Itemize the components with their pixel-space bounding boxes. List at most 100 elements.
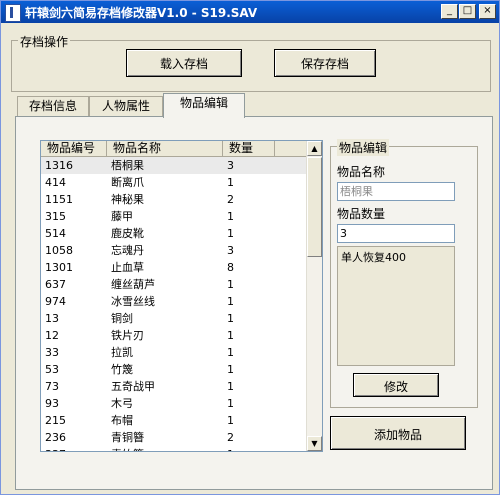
cell-quantity: 1 [227, 312, 234, 325]
cell-item-name: 断离爪 [111, 176, 144, 189]
cell-quantity: 1 [227, 176, 234, 189]
tab-item-edit[interactable]: 物品编辑 [163, 93, 245, 118]
item-list-header: 物品编号 物品名称 数量 [41, 141, 307, 157]
close-button[interactable]: × [479, 4, 496, 19]
cell-item-id: 236 [45, 431, 66, 444]
cell-item-id: 1151 [45, 193, 73, 206]
cell-item-name: 鹿皮靴 [111, 227, 144, 240]
save-archive-label: 保存存档 [300, 57, 349, 71]
cell-quantity: 1 [227, 278, 234, 291]
column-header-item-id[interactable]: 物品编号 [41, 141, 107, 157]
item-quantity-label: 物品数量 [337, 207, 386, 221]
table-row[interactable]: 974 冰雪丝线 1 [41, 293, 307, 310]
cell-item-id: 315 [45, 210, 66, 223]
load-archive-label: 载入存档 [159, 57, 208, 71]
cell-item-name: 缠丝葫芦 [111, 278, 155, 291]
archive-ops-title: 存档操作 [18, 33, 71, 50]
cell-quantity: 2 [227, 431, 234, 444]
scroll-thumb[interactable] [307, 157, 322, 257]
table-row[interactable]: 33 拉凯 1 [41, 344, 307, 361]
table-row[interactable]: 414 断离爪 1 [41, 174, 307, 191]
table-row[interactable]: 315 藤甲 1 [41, 208, 307, 225]
cell-item-name: 木弓 [111, 397, 133, 410]
table-row[interactable]: 93 木弓 1 [41, 395, 307, 412]
cell-quantity: 3 [227, 244, 234, 257]
table-row[interactable]: 1058 忘魂丹 3 [41, 242, 307, 259]
cell-item-id: 33 [45, 346, 59, 359]
cell-item-name: 冰雪丝线 [111, 295, 155, 308]
table-row[interactable]: 337 青竹簪 1 [41, 446, 307, 451]
cell-item-name: 梧桐果 [111, 159, 144, 172]
scroll-up-button[interactable]: ▲ [307, 141, 322, 156]
table-row[interactable]: 1301 止血草 8 [41, 259, 307, 276]
app-icon [5, 4, 21, 22]
cell-item-id: 12 [45, 329, 59, 342]
cell-item-name: 布帽 [111, 414, 133, 427]
cell-item-id: 514 [45, 227, 66, 240]
cell-quantity: 1 [227, 397, 234, 410]
cell-quantity: 1 [227, 227, 234, 240]
save-archive-button[interactable]: 保存存档 [274, 49, 376, 77]
cell-quantity: 1 [227, 446, 234, 451]
item-description: 单人恢复400 [337, 246, 455, 366]
cell-item-id: 93 [45, 397, 59, 410]
item-quantity-field[interactable]: 3 [337, 224, 455, 243]
tab-archive-info[interactable]: 存档信息 [17, 96, 89, 116]
maximize-button[interactable]: □ [459, 4, 476, 19]
tab-character-attributes[interactable]: 人物属性 [89, 96, 163, 116]
table-row[interactable]: 236 青铜簪 2 [41, 429, 307, 446]
column-header-item-name[interactable]: 物品名称 [107, 141, 223, 157]
cell-quantity: 1 [227, 295, 234, 308]
cell-item-id: 337 [45, 446, 66, 451]
cell-quantity: 1 [227, 210, 234, 223]
scroll-up-icon: ▲ [311, 144, 318, 153]
add-item-label: 添加物品 [373, 428, 422, 442]
archive-ops-group: 存档操作 载入存档 保存存档 [11, 33, 491, 92]
cell-quantity: 3 [227, 159, 234, 172]
table-row[interactable]: 637 缠丝葫芦 1 [41, 276, 307, 293]
cell-item-id: 73 [45, 380, 59, 393]
item-list[interactable]: 物品编号 物品名称 数量 1316 梧桐果 3 414 断离爪 1 1151 神秘果 2 315 藤… [40, 140, 323, 452]
cell-quantity: 8 [227, 261, 234, 274]
column-header-blank [275, 141, 307, 157]
table-row[interactable]: 215 布帽 1 [41, 412, 307, 429]
cell-item-name: 铜剑 [111, 312, 133, 325]
item-name-field[interactable]: 梧桐果 [337, 182, 455, 201]
table-row[interactable]: 13 铜剑 1 [41, 310, 307, 327]
item-list-rows: 1316 梧桐果 3 414 断离爪 1 1151 神秘果 2 315 藤甲 1 514 鹿皮靴 1 1058… [41, 157, 307, 451]
cell-quantity: 1 [227, 414, 234, 427]
cell-item-id: 974 [45, 295, 66, 308]
cell-item-name: 铁片刃 [111, 329, 144, 342]
cell-quantity: 1 [227, 363, 234, 376]
title-bar[interactable]: 轩辕剑六简易存档修改器V1.0 - S19.SAV _ □ × [1, 1, 499, 23]
cell-item-id: 215 [45, 414, 66, 427]
tab-item-edit-label: 物品编辑 [179, 96, 228, 110]
minimize-button[interactable]: _ [441, 4, 458, 19]
cell-item-id: 1316 [45, 159, 73, 172]
scroll-down-button[interactable]: ▼ [307, 436, 322, 451]
load-archive-button[interactable]: 载入存档 [126, 49, 242, 77]
cell-item-name: 青竹簪 [111, 446, 144, 451]
table-row[interactable]: 73 五奇战甲 1 [41, 378, 307, 395]
scroll-down-icon: ▼ [311, 439, 318, 448]
cell-item-name: 神秘果 [111, 193, 144, 206]
table-row[interactable]: 1151 神秘果 2 [41, 191, 307, 208]
add-item-button[interactable]: 添加物品 [330, 416, 466, 450]
cell-item-name: 藤甲 [111, 210, 133, 223]
cell-item-name: 竹篾 [111, 363, 133, 376]
modify-button[interactable]: 修改 [353, 373, 439, 397]
cell-item-name: 忘魂丹 [111, 244, 144, 257]
cell-item-id: 53 [45, 363, 59, 376]
table-row[interactable]: 1316 梧桐果 3 [41, 157, 307, 174]
cell-quantity: 1 [227, 329, 234, 342]
table-row[interactable]: 53 竹篾 1 [41, 361, 307, 378]
column-header-quantity[interactable]: 数量 [223, 141, 275, 157]
cell-item-id: 637 [45, 278, 66, 291]
table-row[interactable]: 514 鹿皮靴 1 [41, 225, 307, 242]
cell-quantity: 2 [227, 193, 234, 206]
tab-character-attributes-label: 人物属性 [101, 99, 150, 113]
table-row[interactable]: 12 铁片刃 1 [41, 327, 307, 344]
cell-item-id: 13 [45, 312, 59, 325]
item-edit-group: 物品编辑 物品名称 梧桐果 物品数量 3 单人恢复400 修改 [330, 139, 478, 408]
item-list-scrollbar[interactable]: ▲ ▼ [306, 141, 322, 451]
